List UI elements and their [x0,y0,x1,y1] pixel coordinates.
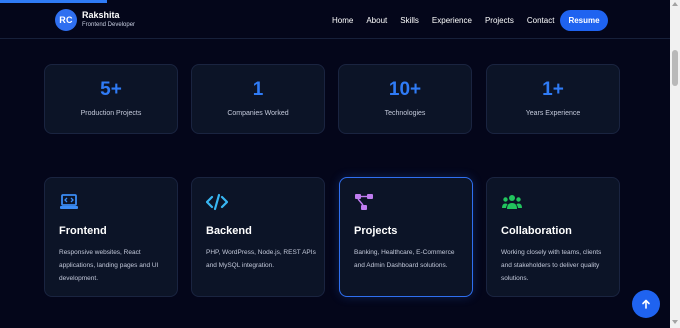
code-icon [206,193,228,211]
stat-value: 1+ [542,79,564,100]
stat-card-experience: 1+ Years Experience [486,64,620,134]
nav-link-contact[interactable]: Contact [527,16,555,25]
scroll-progress-fill [0,0,108,3]
stat-label: Production Projects [80,110,142,117]
scroll-progress-bar [0,0,670,3]
feature-card-collaboration[interactable]: Collaboration Working closely with teams… [486,177,620,297]
scroll-down-arrow-icon[interactable] [672,320,678,324]
stat-label: Companies Worked [227,110,289,117]
brand-name: Rakshita [82,10,120,20]
feature-card-backend[interactable]: Backend PHP, WordPress, Node.js, REST AP… [191,177,325,297]
feature-card-frontend[interactable]: Frontend Responsive websites, React appl… [44,177,178,297]
feature-card-projects[interactable]: Projects Banking, Healthcare, E-Commerce… [339,177,473,297]
nav-link-about[interactable]: About [366,16,387,25]
stat-label: Technologies [384,110,426,117]
resume-button[interactable]: Resume [560,10,608,31]
nav-link-experience[interactable]: Experience [432,16,472,25]
stat-value: 5+ [100,79,122,100]
users-icon [502,195,522,209]
nav-link-projects[interactable]: Projects [485,16,514,25]
stat-label: Years Experience [525,110,581,117]
feature-title: Projects [354,225,398,237]
nav-link-skills[interactable]: Skills [400,16,419,25]
nav-link-home[interactable]: Home [332,16,353,25]
stat-card-companies: 1 Companies Worked [191,64,325,134]
top-navbar: RC Rakshita Frontend Developer Home Abou… [0,0,670,39]
back-to-top-button[interactable] [632,290,660,318]
feature-desc: PHP, WordPress, Node.js, REST APIs and M… [206,249,316,269]
project-diagram-icon [355,194,373,210]
logo-badge[interactable]: RC [55,9,77,31]
feature-desc: Responsive websites, React applications,… [59,249,159,282]
arrow-up-icon [642,299,650,309]
portfolio-page: RC Rakshita Frontend Developer Home Abou… [0,0,680,328]
feature-title: Backend [206,225,252,237]
page-scrollbar[interactable] [670,0,680,328]
feature-title: Collaboration [501,225,572,237]
feature-title: Frontend [59,225,107,237]
nav-links: Home About Skills Experience Projects Co… [332,16,567,25]
feature-desc: Working closely with teams, clients and … [501,249,602,282]
stat-card-technologies: 10+ Technologies [338,64,472,134]
scrollbar-thumb[interactable] [672,50,678,86]
stat-value: 1 [252,79,264,100]
brand-role: Frontend Developer [82,22,136,28]
stat-value: 10+ [388,79,422,100]
stat-card-projects: 5+ Production Projects [44,64,178,134]
feature-desc: Banking, Healthcare, E-Commerce and Admi… [354,249,455,269]
laptop-code-icon [60,194,78,209]
scroll-up-arrow-icon[interactable] [672,2,678,6]
